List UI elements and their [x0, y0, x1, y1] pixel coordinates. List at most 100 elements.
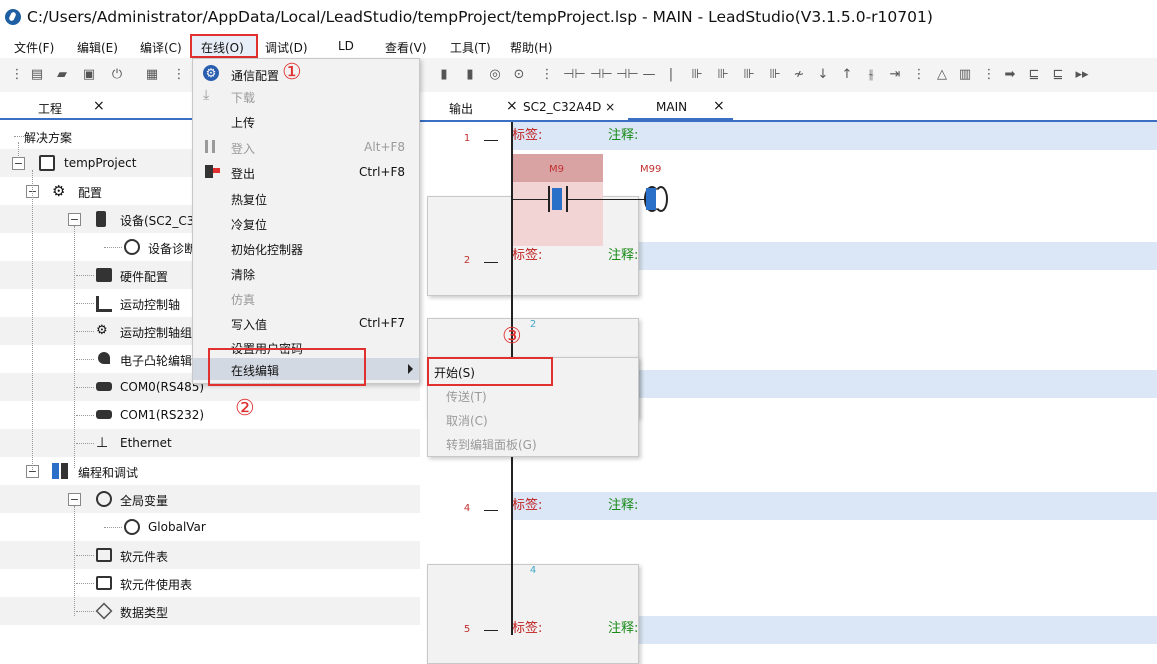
editor-tabbar: 输出 × SC2_C32A4D × MAIN ×	[420, 92, 1157, 122]
axis-group-icon: ⚙	[96, 323, 108, 338]
submenu-item-goto-panel[interactable]: 转到编辑面板(G)	[428, 432, 638, 454]
callout-3: ③	[502, 324, 522, 349]
coil-icon[interactable]: ▮	[463, 68, 477, 82]
tree-item-device-table[interactable]: 软元件表	[0, 541, 420, 569]
function-block-icon[interactable]: ⊑	[1051, 68, 1065, 82]
power-icon[interactable]: ⏻	[110, 68, 124, 82]
collapse-icon[interactable]: −	[68, 493, 81, 506]
toolbar: ⋮ ▤ ▰ ▣ ⏻ ▦ ⋮ ▮ ▮ ◎ ⊙ ⋮ ⊣⊢ ⊣⊢ ⊣⊢ — | ⊪ ⊪…	[0, 58, 1157, 92]
menu-item-cold-reset[interactable]: 冷复位	[193, 212, 419, 234]
menu-item-upload[interactable]: 上传	[193, 110, 419, 132]
login-icon	[205, 140, 215, 153]
rung-number: 1	[463, 133, 471, 144]
tree-item-globalvar[interactable]: GlobalVar	[0, 513, 420, 541]
parallel-falling-icon[interactable]: ⊪	[768, 68, 782, 82]
tab-sc2-c32a4d[interactable]: SC2_C32A4D ×	[523, 100, 615, 114]
collapse-icon[interactable]: −	[12, 157, 25, 170]
network-icon: ⊥	[96, 435, 109, 451]
table-icon	[96, 548, 112, 562]
tree-item-com1[interactable]: COM1(RS232)	[0, 401, 420, 429]
tree-item-ethernet[interactable]: ⊥ Ethernet	[0, 429, 420, 457]
menu-edit[interactable]: 编辑(E)	[77, 39, 118, 56]
cross-icon[interactable]: ⫳	[864, 68, 878, 82]
highlight-start	[427, 357, 553, 386]
tree-item-datatypes[interactable]: 数据类型	[0, 597, 420, 625]
coil-set-icon[interactable]: ⊙	[512, 68, 526, 82]
menu-help[interactable]: 帮助(H)	[510, 39, 552, 56]
menu-online-highlight[interactable]: 在线(O)	[190, 34, 258, 58]
menu-tools[interactable]: 工具(T)	[450, 39, 491, 56]
serial-port-icon	[96, 410, 112, 419]
menu-item-login[interactable]: 登入 Alt+F8	[193, 136, 419, 158]
new-file-icon[interactable]: ▤	[30, 68, 44, 82]
axis-icon	[96, 296, 112, 312]
close-icon[interactable]: ×	[93, 98, 105, 114]
menu-item-download[interactable]: ⤓ 下载	[193, 85, 419, 107]
menu-item-write-value[interactable]: 写入值 Ctrl+F7	[193, 312, 419, 334]
grip-icon: ⋮	[10, 67, 24, 82]
fast-forward-icon[interactable]: ▸▸	[1075, 68, 1089, 82]
document-icon	[39, 155, 55, 171]
parallel-rising-icon[interactable]: ⊪	[742, 68, 756, 82]
menu-item-clear[interactable]: 清除	[193, 262, 419, 284]
up-arrow-icon[interactable]: ↑	[840, 68, 854, 82]
close-icon[interactable]: ×	[713, 98, 725, 114]
nc-contact-icon[interactable]: ⊣⊢	[590, 68, 613, 82]
menu-online[interactable]: 在线(O)	[201, 39, 244, 56]
parallel-contact-icon[interactable]: ⊪	[690, 68, 704, 82]
no-contact-icon[interactable]: ⊣⊢	[563, 68, 586, 82]
serial-port-icon	[96, 382, 112, 391]
download-icon: ⤓	[203, 87, 210, 103]
hline-icon[interactable]: —	[642, 68, 656, 82]
gear-icon: ⚙	[203, 65, 219, 81]
device-icon	[96, 211, 106, 227]
tab-project[interactable]: 工程	[38, 100, 62, 117]
function-block-icon[interactable]: ⊑	[1027, 68, 1041, 82]
branch-icon[interactable]: ⇥	[888, 68, 902, 82]
tab-main[interactable]: MAIN	[656, 100, 687, 114]
table-icon	[96, 576, 112, 590]
menu-item-warm-reset[interactable]: 热复位	[193, 187, 419, 209]
save-icon[interactable]: ▣	[82, 68, 96, 82]
tree-item-global-vars[interactable]: − 全局变量	[0, 485, 420, 513]
menu-view[interactable]: 查看(V)	[385, 39, 427, 56]
menu-file[interactable]: 文件(F)	[14, 39, 54, 56]
globe-icon	[124, 519, 140, 535]
menu-item-logout[interactable]: 登出 Ctrl+F8	[193, 161, 419, 183]
tab-output[interactable]: 输出	[449, 100, 473, 117]
menu-item-init-controller[interactable]: 初始化控制器	[193, 237, 419, 259]
menu-compile[interactable]: 编译(C)	[140, 39, 182, 56]
rung-comment: 注释:	[608, 128, 639, 143]
menu-item-comm-config[interactable]: ⚙ 通信配置	[193, 63, 419, 85]
menu-bar: 文件(F) 编辑(E) 编译(C) 调试(D) LD 查看(V) 工具(T) 帮…	[0, 34, 1157, 58]
rising-contact-icon[interactable]: ⊣⊢	[616, 68, 639, 82]
contact-icon[interactable]: ▮	[437, 68, 451, 82]
grip-icon: ⋮	[912, 67, 926, 82]
menu-item-simulation[interactable]: 仿真	[193, 287, 419, 309]
tree-item-programming[interactable]: − 编程和调试	[0, 457, 420, 485]
logout-icon	[205, 165, 213, 178]
invert-icon[interactable]: ≁	[792, 68, 806, 82]
menu-ld[interactable]: LD	[338, 39, 354, 53]
datatype-icon	[95, 602, 113, 620]
down-arrow-icon[interactable]: ↓	[816, 68, 830, 82]
close-icon[interactable]: ×	[506, 98, 518, 114]
table-icon[interactable]: ▥	[958, 68, 972, 82]
tree-item-device-usage[interactable]: 软元件使用表	[0, 569, 420, 597]
vline-icon[interactable]: |	[664, 68, 678, 82]
leadstudio-logo-icon	[5, 9, 21, 25]
submenu-item-transfer[interactable]: 传送(T)	[428, 384, 638, 406]
monitor-icon[interactable]: ▦	[145, 68, 159, 82]
collapse-icon[interactable]: −	[68, 213, 81, 226]
circle-icon[interactable]: ◎	[488, 68, 502, 82]
contact-state	[552, 188, 562, 210]
cam-icon	[98, 352, 110, 364]
submenu-item-cancel[interactable]: 取消(C)	[428, 408, 638, 430]
parallel-nc-icon[interactable]: ⊪	[716, 68, 730, 82]
open-folder-icon[interactable]: ▰	[55, 68, 69, 82]
menu-debug[interactable]: 调试(D)	[265, 39, 308, 56]
shape-icon[interactable]: △	[935, 68, 949, 82]
window-title: C:/Users/Administrator/AppData/Local/Lea…	[27, 8, 933, 26]
globe-icon	[96, 491, 112, 507]
right-arrow-icon[interactable]: ➡	[1003, 68, 1017, 82]
